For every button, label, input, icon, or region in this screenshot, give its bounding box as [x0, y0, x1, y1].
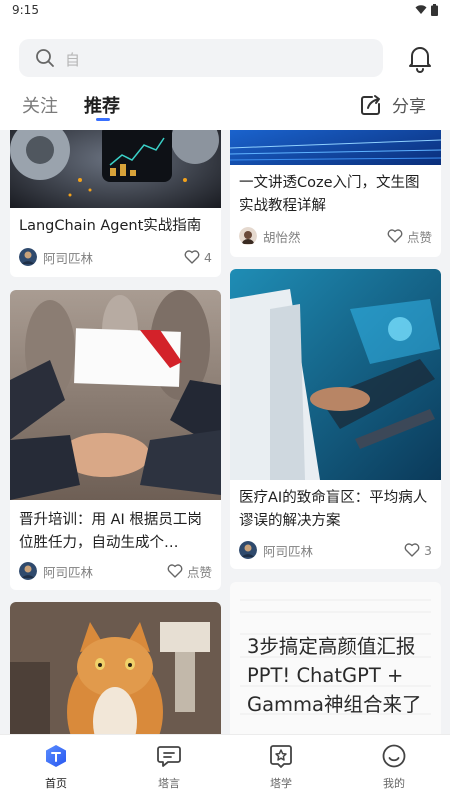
- heart-icon: [387, 229, 403, 243]
- like-button[interactable]: 点赞: [167, 562, 212, 581]
- share-button[interactable]: 分享: [360, 92, 426, 117]
- nav-taxue-label: 塔学: [270, 777, 292, 790]
- bottom-nav: 首页 塔言 塔学 我的: [0, 734, 450, 800]
- avatar: [19, 562, 37, 580]
- author-name[interactable]: 阿司匹林: [43, 248, 184, 267]
- avatar: [239, 541, 257, 559]
- share-label: 分享: [392, 97, 426, 117]
- tab-follow[interactable]: 关注: [22, 92, 58, 118]
- like-button[interactable]: 3: [404, 543, 432, 558]
- feed-grid: LangChain Agent实战指南 阿司匹林 4 一文讲透Coze入门，文生…: [0, 130, 450, 734]
- wifi-icon: [415, 5, 427, 14]
- avatar: [239, 227, 257, 245]
- battery-icon: [431, 4, 438, 16]
- chat-icon: [157, 746, 181, 767]
- robot-cover-image: [10, 130, 221, 208]
- like-count: 4: [204, 249, 212, 265]
- like-count: 点赞: [186, 564, 212, 580]
- avatar: [19, 248, 37, 266]
- like-count: 点赞: [406, 229, 432, 245]
- like-count: 3: [424, 542, 432, 558]
- card-meta: 阿司匹林 4: [19, 247, 212, 267]
- card-title: LangChain Agent实战指南: [19, 218, 202, 234]
- home-icon: [46, 745, 66, 767]
- nav-tayan[interactable]: 塔言: [139, 743, 199, 791]
- author-name[interactable]: 阿司匹林: [263, 541, 404, 560]
- learn-icon: [270, 745, 292, 768]
- card-meta: 胡怡然 点赞: [239, 226, 432, 246]
- search-icon: [36, 49, 54, 67]
- bell-icon[interactable]: [404, 42, 436, 74]
- nav-home-label: 首页: [45, 777, 67, 790]
- status-time: 9:15: [12, 3, 39, 17]
- digital-cover-image: [230, 130, 441, 165]
- feed-tabs: 关注 推荐 分享: [0, 88, 450, 130]
- share-icon: [361, 94, 380, 115]
- medical-cover-image: [230, 269, 441, 480]
- profile-icon: [382, 744, 406, 768]
- author-name[interactable]: 胡怡然: [263, 227, 387, 246]
- feed-card[interactable]: 3步搞定高颜值汇报PPT! ChatGPT + Gamma神组合来了: [230, 582, 441, 734]
- author-name[interactable]: 阿司匹林: [43, 562, 167, 581]
- card-meta: 阿司匹林 3: [239, 540, 432, 560]
- nav-tayan-label: 塔言: [158, 777, 180, 790]
- like-button[interactable]: 4: [184, 250, 212, 265]
- like-button[interactable]: 点赞: [387, 227, 432, 246]
- cat-cover-image: [10, 602, 221, 734]
- system-icons: [415, 4, 438, 16]
- nav-mine-label: 我的: [383, 777, 405, 790]
- feed-card[interactable]: LangChain Agent实战指南 阿司匹林 4: [10, 130, 221, 277]
- heart-icon: [404, 543, 420, 557]
- top-bar: 自 关注 推荐 分享: [0, 22, 450, 130]
- search-placeholder[interactable]: 自: [65, 49, 80, 70]
- handshake-cover-image: [10, 290, 221, 500]
- search-bar[interactable]: 自: [19, 39, 383, 77]
- feed-card[interactable]: 晋升培训：用 AI 根据员工岗位胜任力，自动生成个… 阿司匹林 点赞: [10, 290, 221, 590]
- card-meta: 阿司匹林 点赞: [19, 561, 212, 581]
- card-title: 晋升培训：用 AI 根据员工岗位胜任力，自动生成个…: [19, 512, 202, 551]
- card-title: 医疗AI的致命盲区：平均病人谬误的解决方案: [239, 490, 428, 529]
- nav-home[interactable]: 首页: [26, 743, 86, 791]
- card-title: 一文讲透Coze入门，文生图实战教程详解: [239, 175, 420, 214]
- feed-card[interactable]: [10, 602, 221, 734]
- tab-indicator: [96, 118, 110, 121]
- status-bar: 9:15: [0, 0, 450, 22]
- tab-recommend[interactable]: 推荐: [84, 92, 120, 118]
- feed-card[interactable]: 一文讲透Coze入门，文生图实战教程详解 胡怡然 点赞: [230, 130, 441, 257]
- cover-text: 3步搞定高颜值汇报PPT! ChatGPT + Gamma神组合来了: [247, 635, 422, 716]
- heart-icon: [167, 564, 183, 578]
- feed-card[interactable]: 医疗AI的致命盲区：平均病人谬误的解决方案 阿司匹林 3: [230, 269, 441, 569]
- heart-icon: [184, 250, 200, 264]
- nav-taxue[interactable]: 塔学: [251, 743, 311, 791]
- nav-mine[interactable]: 我的: [364, 743, 424, 791]
